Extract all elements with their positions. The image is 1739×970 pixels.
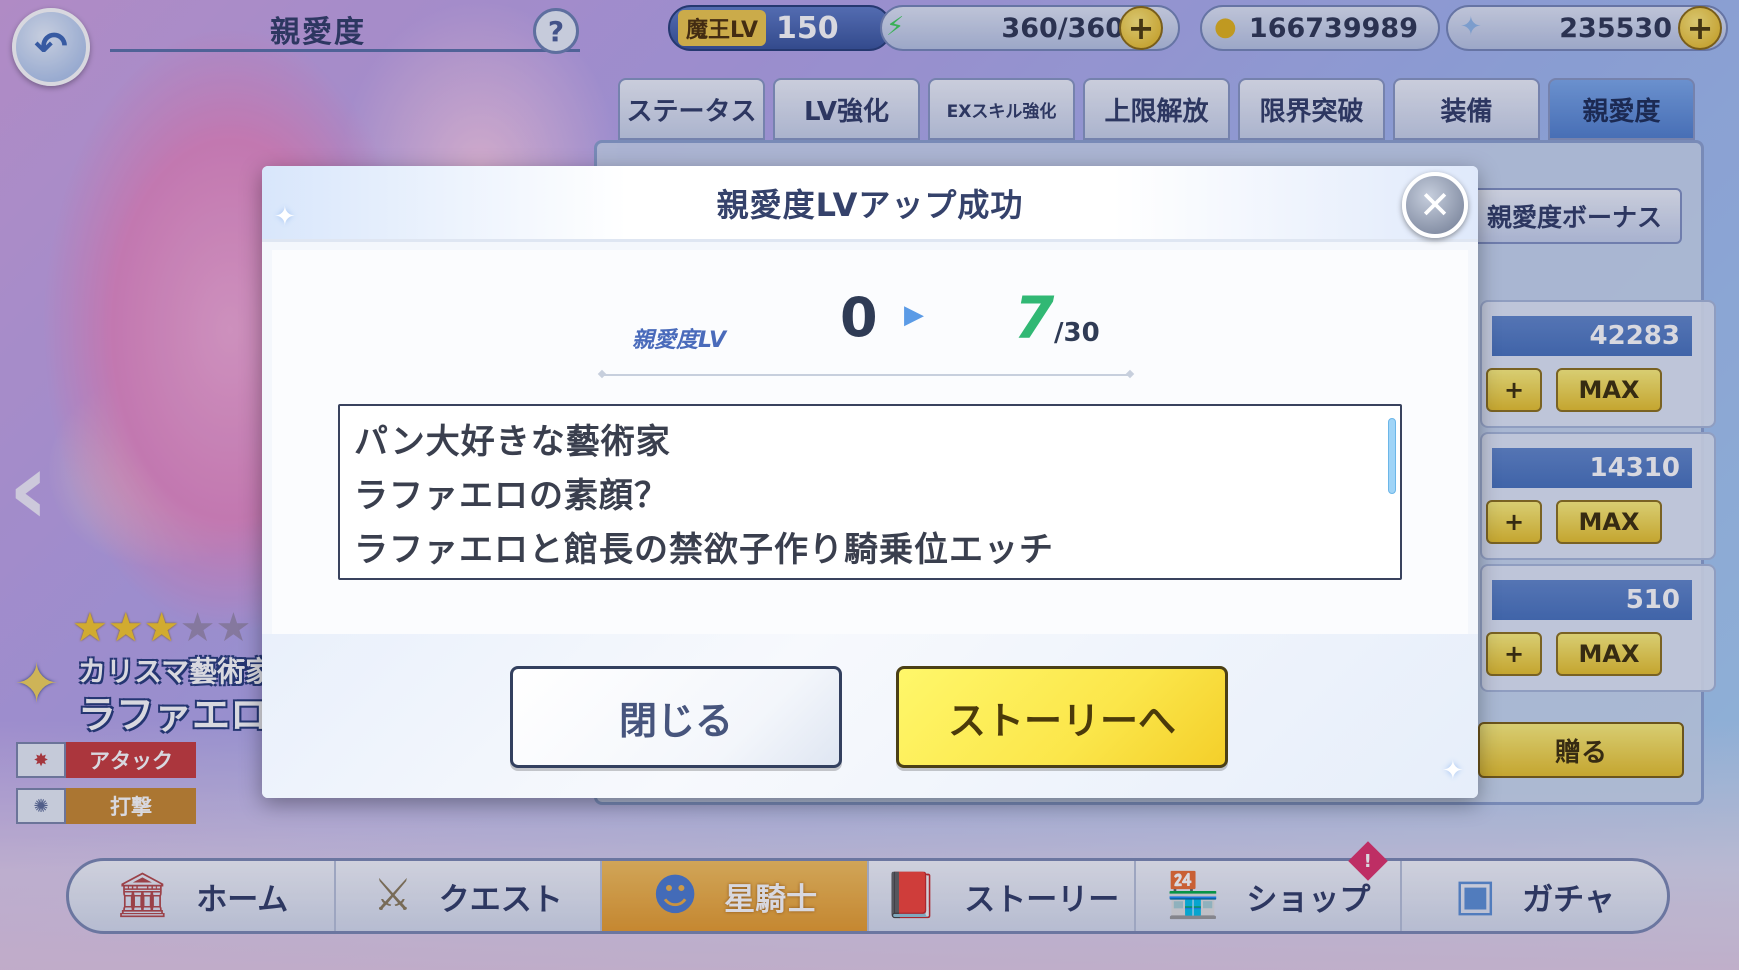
level-to: 7 — [1014, 284, 1055, 352]
level-max: /30 — [1054, 318, 1100, 348]
go-to-story-button[interactable]: ストーリーへ — [896, 666, 1228, 768]
dialog-footer — [262, 634, 1478, 798]
close-dialog-button[interactable]: ✕ — [1402, 172, 1468, 238]
story-item: ラファエロの素顔？ — [354, 476, 669, 516]
arrow-right-icon: ▶ — [904, 300, 924, 330]
sparkle-icon: ✦ — [274, 202, 296, 232]
dialog-header: 親愛度LVアップ成功 — [262, 166, 1478, 242]
scrollbar[interactable] — [1388, 418, 1396, 494]
dialog-title: 親愛度LVアップ成功 — [716, 185, 1024, 224]
divider — [602, 374, 1130, 376]
dialog-body: 親愛度LV 0 ▶ 7 /30 パン大好きな藝術家 ラファエロの素顔？ ラファエ… — [272, 250, 1468, 634]
level-caption: 親愛度LV — [632, 328, 727, 353]
level-from: 0 — [840, 286, 878, 349]
affection-levelup-dialog: 親愛度LVアップ成功 ✦ 親愛度LV 0 ▶ 7 /30 パン大好きな藝術家 ラ… — [262, 166, 1478, 798]
close-button[interactable]: 閉じる — [510, 666, 842, 768]
story-item: ラファエロと館長の禁欲子作り騎乗位エッチ — [354, 530, 1054, 570]
sparkle-icon: ✦ — [1442, 756, 1464, 786]
level-change-row: 親愛度LV 0 ▶ 7 /30 — [272, 284, 1468, 366]
story-item: パン大好きな藝術家 — [354, 422, 671, 462]
close-icon: ✕ — [1419, 183, 1451, 227]
unlocked-story-list[interactable]: パン大好きな藝術家 ラファエロの素顔？ ラファエロと館長の禁欲子作り騎乗位エッチ — [338, 404, 1402, 580]
